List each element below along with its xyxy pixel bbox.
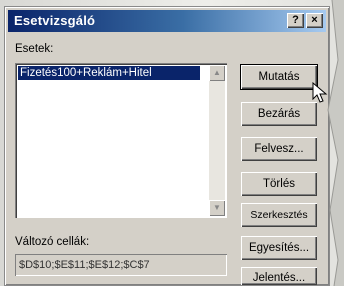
add-button[interactable]: Felvesz...	[241, 137, 317, 161]
changing-cells-label: Változó cellák:	[15, 236, 90, 248]
scroll-down-icon[interactable]: ▼	[209, 200, 225, 216]
scenario-manager-dialog: Esetvizsgáló ? × Esetek: Fizetés100+Rekl…	[4, 6, 330, 286]
edit-button[interactable]: Szerkesztés	[241, 203, 317, 227]
merge-button[interactable]: Egyesítés...	[241, 236, 317, 260]
scenarios-list[interactable]: Fizetés100+Reklám+Hitel ▲ ▼	[15, 63, 227, 218]
close-button[interactable]: Bezárás	[241, 102, 317, 126]
list-item[interactable]: Fizetés100+Reklám+Hitel	[18, 66, 200, 80]
show-button[interactable]: Mutatás	[240, 64, 318, 90]
scenarios-label: Esetek:	[15, 43, 54, 55]
close-icon[interactable]: ×	[306, 13, 323, 28]
summary-button[interactable]: Jelentés...	[241, 267, 317, 285]
dialog-title: Esetvizsgáló	[14, 13, 96, 28]
torn-page-edge	[327, 0, 344, 286]
scroll-up-icon[interactable]: ▲	[209, 65, 225, 81]
help-button[interactable]: ?	[287, 13, 304, 28]
title-bar[interactable]: Esetvizsgáló ? ×	[8, 10, 326, 32]
list-scrollbar[interactable]: ▲ ▼	[209, 65, 225, 216]
changing-cells-field: $D$10;$E$11;$E$12;$C$7	[15, 254, 227, 276]
delete-button[interactable]: Törlés	[241, 172, 317, 196]
